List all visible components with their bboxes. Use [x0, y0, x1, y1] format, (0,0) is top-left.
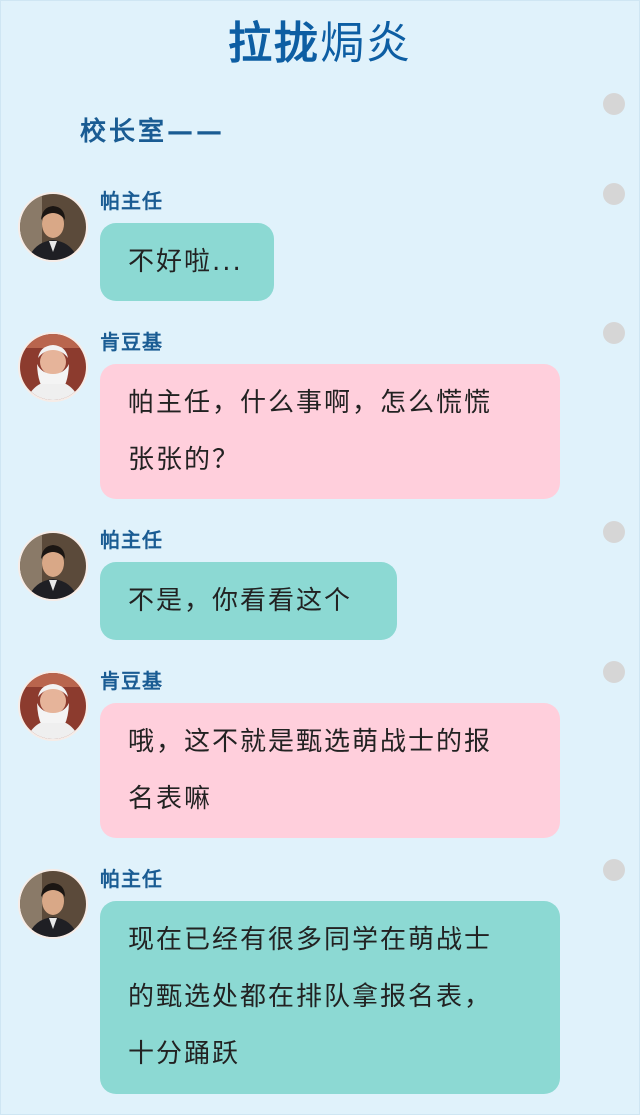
message-text-line: 名表嘛 [128, 783, 213, 814]
title-part-regular: 焗炎 [320, 18, 412, 69]
message-text-line: 帕主任，什么事啊，怎么慌慌 [128, 387, 493, 418]
man-portrait-avatar [20, 533, 86, 599]
page-title: 拉拢焗炎 [0, 14, 640, 74]
speaker-name: 帕主任 [100, 528, 163, 552]
scene-heading: 校长室—— [80, 117, 226, 147]
speaker-name: 帕主任 [100, 189, 163, 213]
message-bubble: 帕主任，什么事啊，怎么慌慌 张张的？ [100, 364, 560, 499]
message-text-line: 哦，这不就是甄选萌战士的报 [128, 726, 493, 757]
message-bubble: 现在已经有很多同学在萌战士 的甄选处都在排队拿报名表， 十分踊跃 [100, 901, 560, 1094]
timeline-dot [603, 661, 625, 683]
speaker-name: 肯豆基 [100, 669, 163, 693]
title-part-bold: 拉拢 [228, 18, 320, 69]
message-text-line: 十分踊跃 [128, 1039, 241, 1069]
message-bubble: 哦，这不就是甄选萌战士的报 名表嘛 [100, 703, 560, 838]
message-bubble: 不好啦... [100, 223, 274, 301]
man-portrait-avatar [20, 194, 86, 260]
message-text-line: 的甄选处都在排队拿报名表， [128, 982, 493, 1012]
message-bubble: 不是，你看看这个 [100, 562, 397, 640]
white-bearded-man-avatar [20, 334, 86, 400]
timeline-dot [603, 93, 625, 115]
timeline-dot [603, 183, 625, 205]
message-text-line: 张张的？ [128, 444, 241, 475]
message-text-line: 现在已经有很多同学在萌战士 [128, 925, 493, 955]
timeline-dot [603, 322, 625, 344]
timeline-dot [603, 859, 625, 881]
message-text-line: 不是，你看看这个 [128, 585, 353, 616]
message-text-line: 不好啦... [128, 246, 243, 277]
timeline-dot [603, 521, 625, 543]
speaker-name: 肯豆基 [100, 330, 163, 354]
man-portrait-avatar [20, 871, 86, 937]
white-bearded-man-avatar [20, 673, 86, 739]
speaker-name: 帕主任 [100, 867, 163, 891]
